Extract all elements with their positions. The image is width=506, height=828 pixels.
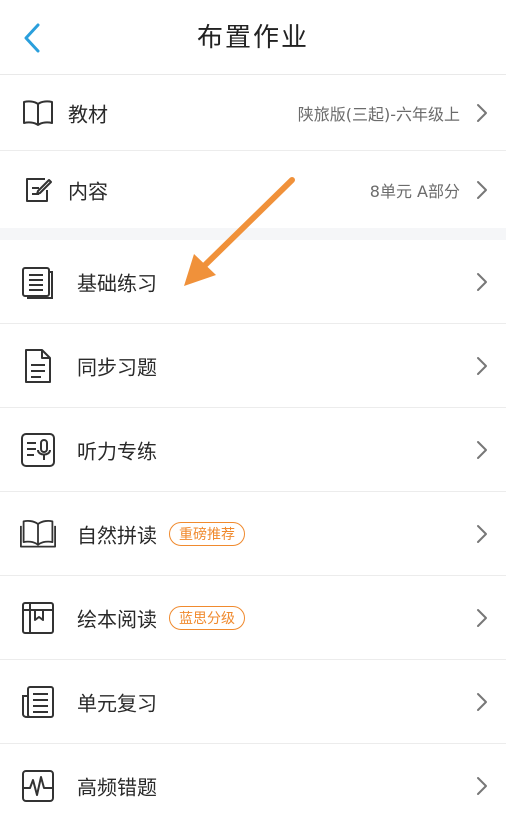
heartbeat-icon (20, 768, 56, 804)
page-title: 布置作业 (196, 23, 309, 53)
lexile-badge: 蓝思分级 (169, 605, 245, 630)
chevron-right-icon (477, 440, 487, 459)
microphone-document-icon (20, 432, 56, 468)
task-label: 基础练习 (77, 271, 157, 295)
content-row[interactable]: 内容 8单元 A部分 (0, 151, 506, 228)
task-row-picture-book[interactable]: 绘本阅读 蓝思分级 (0, 576, 506, 660)
chevron-right-icon (477, 777, 487, 795)
picture-book-icon (20, 600, 56, 636)
open-book-icon (20, 516, 56, 552)
task-row-basic-practice[interactable]: 基础练习 (0, 240, 506, 324)
chevron-right-icon (477, 692, 487, 711)
content-label: 内容 (68, 179, 108, 203)
edit-icon (20, 172, 56, 208)
section-gap (0, 228, 506, 240)
textbook-row[interactable]: 教材 陕旅版(三起)-六年级上 (0, 75, 506, 151)
task-row-unit-review[interactable]: 单元复习 (0, 660, 506, 744)
content-value: 8单元 A部分 (369, 181, 460, 201)
task-label: 绘本阅读 (77, 607, 157, 631)
task-label: 听力专练 (77, 439, 157, 463)
chevron-right-icon (477, 356, 487, 375)
document-icon (20, 348, 56, 384)
task-row-phonics[interactable]: 自然拼读 重磅推荐 (0, 492, 506, 576)
task-row-sync-exercises[interactable]: 同步习题 (0, 324, 506, 408)
chevron-right-icon (477, 524, 487, 543)
recommend-badge: 重磅推荐 (169, 521, 245, 546)
chevron-right-icon (477, 103, 487, 122)
chevron-right-icon (477, 272, 487, 291)
task-row-listening[interactable]: 听力专练 (0, 408, 506, 492)
task-label: 高频错题 (77, 775, 157, 800)
chevron-right-icon (477, 180, 487, 199)
book-icon (20, 95, 56, 131)
newspaper-icon (20, 684, 56, 720)
task-row-frequent-errors[interactable]: 高频错题 (0, 744, 506, 828)
task-label: 同步习题 (77, 355, 157, 379)
textbook-label: 教材 (68, 102, 108, 126)
task-label: 单元复习 (77, 691, 157, 715)
textbook-value: 陕旅版(三起)-六年级上 (297, 104, 460, 124)
stacked-document-icon (20, 264, 56, 300)
task-label: 自然拼读 (77, 523, 157, 547)
chevron-right-icon (477, 608, 487, 627)
header: 布置作业 (0, 0, 506, 74)
